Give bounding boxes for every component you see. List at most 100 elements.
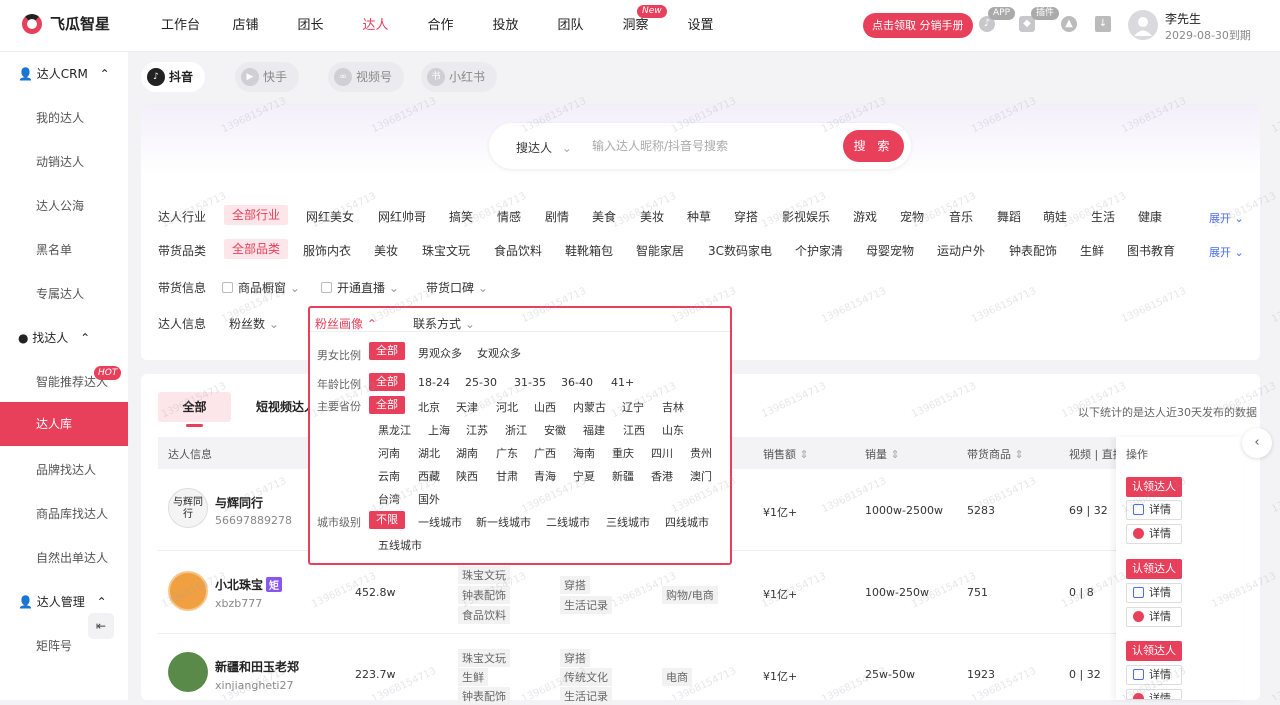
- industry-option[interactable]: 影视娱乐: [782, 208, 830, 225]
- category-expand[interactable]: 展开 ⌄: [1209, 244, 1244, 260]
- age-option[interactable]: 31-35: [514, 376, 546, 389]
- nav-ads[interactable]: 投放: [473, 0, 538, 52]
- tab-short-video[interactable]: 短视频达人: [256, 392, 316, 422]
- city-option[interactable]: 一线城市: [418, 514, 462, 530]
- province-option[interactable]: 香港: [651, 468, 673, 484]
- province-option[interactable]: 上海: [428, 422, 450, 438]
- sidebar-item-pool[interactable]: 达人公海: [0, 184, 128, 228]
- showcase-checkbox[interactable]: 商品橱窗 ⌄: [222, 279, 300, 296]
- gender-option[interactable]: 女观众多: [477, 345, 521, 361]
- category-option[interactable]: 个护家清: [795, 242, 843, 259]
- nav-insight[interactable]: 洞察 New: [603, 0, 668, 52]
- logo[interactable]: 飞瓜智星: [22, 13, 110, 34]
- city-option[interactable]: 不限: [369, 511, 405, 529]
- province-option[interactable]: 黑龙江: [378, 422, 411, 438]
- province-option[interactable]: 广西: [534, 445, 556, 461]
- province-option[interactable]: 台湾: [378, 491, 400, 507]
- age-option[interactable]: 25-30: [465, 376, 497, 389]
- detail-button[interactable]: 详情: [1126, 583, 1182, 603]
- category-option[interactable]: 服饰内衣: [303, 242, 351, 259]
- province-option[interactable]: 浙江: [505, 422, 527, 438]
- tab-kuaishou[interactable]: ▶ 快手: [235, 62, 300, 92]
- fans-select[interactable]: 粉丝数 ⌄: [229, 315, 279, 332]
- user-name[interactable]: 李先生: [1165, 10, 1201, 27]
- sidebar-item-exclusive[interactable]: 专属达人: [0, 272, 128, 316]
- nav-team[interactable]: 团队: [538, 0, 603, 52]
- claim-button[interactable]: 认领达人: [1126, 477, 1182, 497]
- category-option[interactable]: 鞋靴箱包: [565, 242, 613, 259]
- province-option[interactable]: 贵州: [690, 445, 712, 461]
- user-avatar[interactable]: [1128, 10, 1158, 40]
- industry-option[interactable]: 情感: [497, 208, 521, 225]
- age-option[interactable]: 18-24: [418, 376, 450, 389]
- province-option[interactable]: 广东: [496, 445, 518, 461]
- category-option[interactable]: 母婴宠物: [866, 242, 914, 259]
- tab-douyin[interactable]: ♪ 抖音: [141, 62, 206, 92]
- tab-shipinhao[interactable]: ∞ 视频号: [328, 62, 405, 92]
- province-option[interactable]: 吉林: [662, 399, 684, 415]
- category-option[interactable]: 运动户外: [937, 242, 985, 259]
- sidebar-item-my[interactable]: 我的达人: [0, 96, 128, 140]
- chevron-left-icon[interactable]: ‹: [1242, 428, 1272, 458]
- industry-option[interactable]: 生活: [1091, 208, 1115, 225]
- detail-button[interactable]: 详情: [1126, 500, 1182, 520]
- category-option[interactable]: 图书教育: [1127, 242, 1175, 259]
- contact-tab[interactable]: 联系方式 ⌄: [413, 315, 475, 332]
- category-option[interactable]: 钟表配饰: [1009, 242, 1057, 259]
- city-option[interactable]: 三线城市: [606, 514, 650, 530]
- city-option[interactable]: 五线城市: [378, 537, 422, 553]
- province-option[interactable]: 湖北: [418, 445, 440, 461]
- nav-settings[interactable]: 设置: [668, 0, 733, 52]
- nav-workbench[interactable]: 工作台: [148, 0, 213, 52]
- province-option[interactable]: 重庆: [612, 445, 634, 461]
- province-option[interactable]: 海南: [573, 445, 595, 461]
- nav-leader[interactable]: 团长: [278, 0, 343, 52]
- fan-portrait-tab[interactable]: 粉丝画像 ⌃: [315, 315, 377, 332]
- sidebar-item-goods[interactable]: 商品库找达人: [0, 492, 128, 536]
- province-option[interactable]: 新疆: [612, 468, 634, 484]
- search-button[interactable]: 搜 索: [843, 130, 904, 162]
- province-option[interactable]: 陕西: [456, 468, 478, 484]
- industry-option[interactable]: 网红帅哥: [378, 208, 426, 225]
- province-option[interactable]: 天津: [456, 399, 478, 415]
- city-option[interactable]: 四线城市: [665, 514, 709, 530]
- sidebar-group-find[interactable]: ● 找达人 ⌃: [0, 316, 128, 360]
- category-option[interactable]: 生鲜: [1080, 242, 1104, 259]
- province-option[interactable]: 青海: [534, 468, 556, 484]
- province-option[interactable]: 河南: [378, 445, 400, 461]
- industry-option[interactable]: 全部行业: [224, 205, 289, 225]
- province-option[interactable]: 四川: [651, 445, 673, 461]
- category-option[interactable]: 智能家居: [636, 242, 684, 259]
- category-option[interactable]: 全部品类: [224, 239, 289, 259]
- nav-influencer[interactable]: 达人: [343, 0, 408, 52]
- industry-option[interactable]: 舞蹈: [997, 208, 1021, 225]
- category-option[interactable]: 美妆: [374, 242, 398, 259]
- province-option[interactable]: 宁夏: [573, 468, 595, 484]
- nav-cooperation[interactable]: 合作: [408, 0, 473, 52]
- detail-button[interactable]: 详情: [1126, 524, 1182, 544]
- province-option[interactable]: 内蒙古: [573, 399, 606, 415]
- sidebar-group-crm[interactable]: 👤 达人CRM ⌃: [0, 52, 128, 96]
- industry-option[interactable]: 美食: [592, 208, 616, 225]
- industry-option[interactable]: 剧情: [545, 208, 569, 225]
- category-option[interactable]: 食品饮料: [494, 242, 542, 259]
- sidebar-item-natural[interactable]: 自然出单达人: [0, 536, 128, 580]
- industry-option[interactable]: 宠物: [900, 208, 924, 225]
- industry-option[interactable]: 种草: [687, 208, 711, 225]
- province-option[interactable]: 辽宁: [622, 399, 644, 415]
- province-option[interactable]: 澳门: [690, 468, 712, 484]
- age-option[interactable]: 36-40: [561, 376, 593, 389]
- city-option[interactable]: 新一线城市: [476, 514, 531, 530]
- province-option[interactable]: 江苏: [466, 422, 488, 438]
- industry-option[interactable]: 穿搭: [734, 208, 758, 225]
- industry-option[interactable]: 音乐: [949, 208, 973, 225]
- sidebar-item-brand[interactable]: 品牌找达人: [0, 448, 128, 492]
- category-option[interactable]: 3C数码家电: [708, 242, 772, 259]
- province-option[interactable]: 江西: [623, 422, 645, 438]
- age-option[interactable]: 全部: [369, 373, 405, 391]
- industry-option[interactable]: 游戏: [853, 208, 877, 225]
- province-option[interactable]: 北京: [418, 399, 440, 415]
- nav-shop[interactable]: 店铺: [213, 0, 278, 52]
- province-option[interactable]: 全部: [369, 396, 405, 414]
- live-checkbox[interactable]: 开通直播 ⌄: [321, 279, 399, 296]
